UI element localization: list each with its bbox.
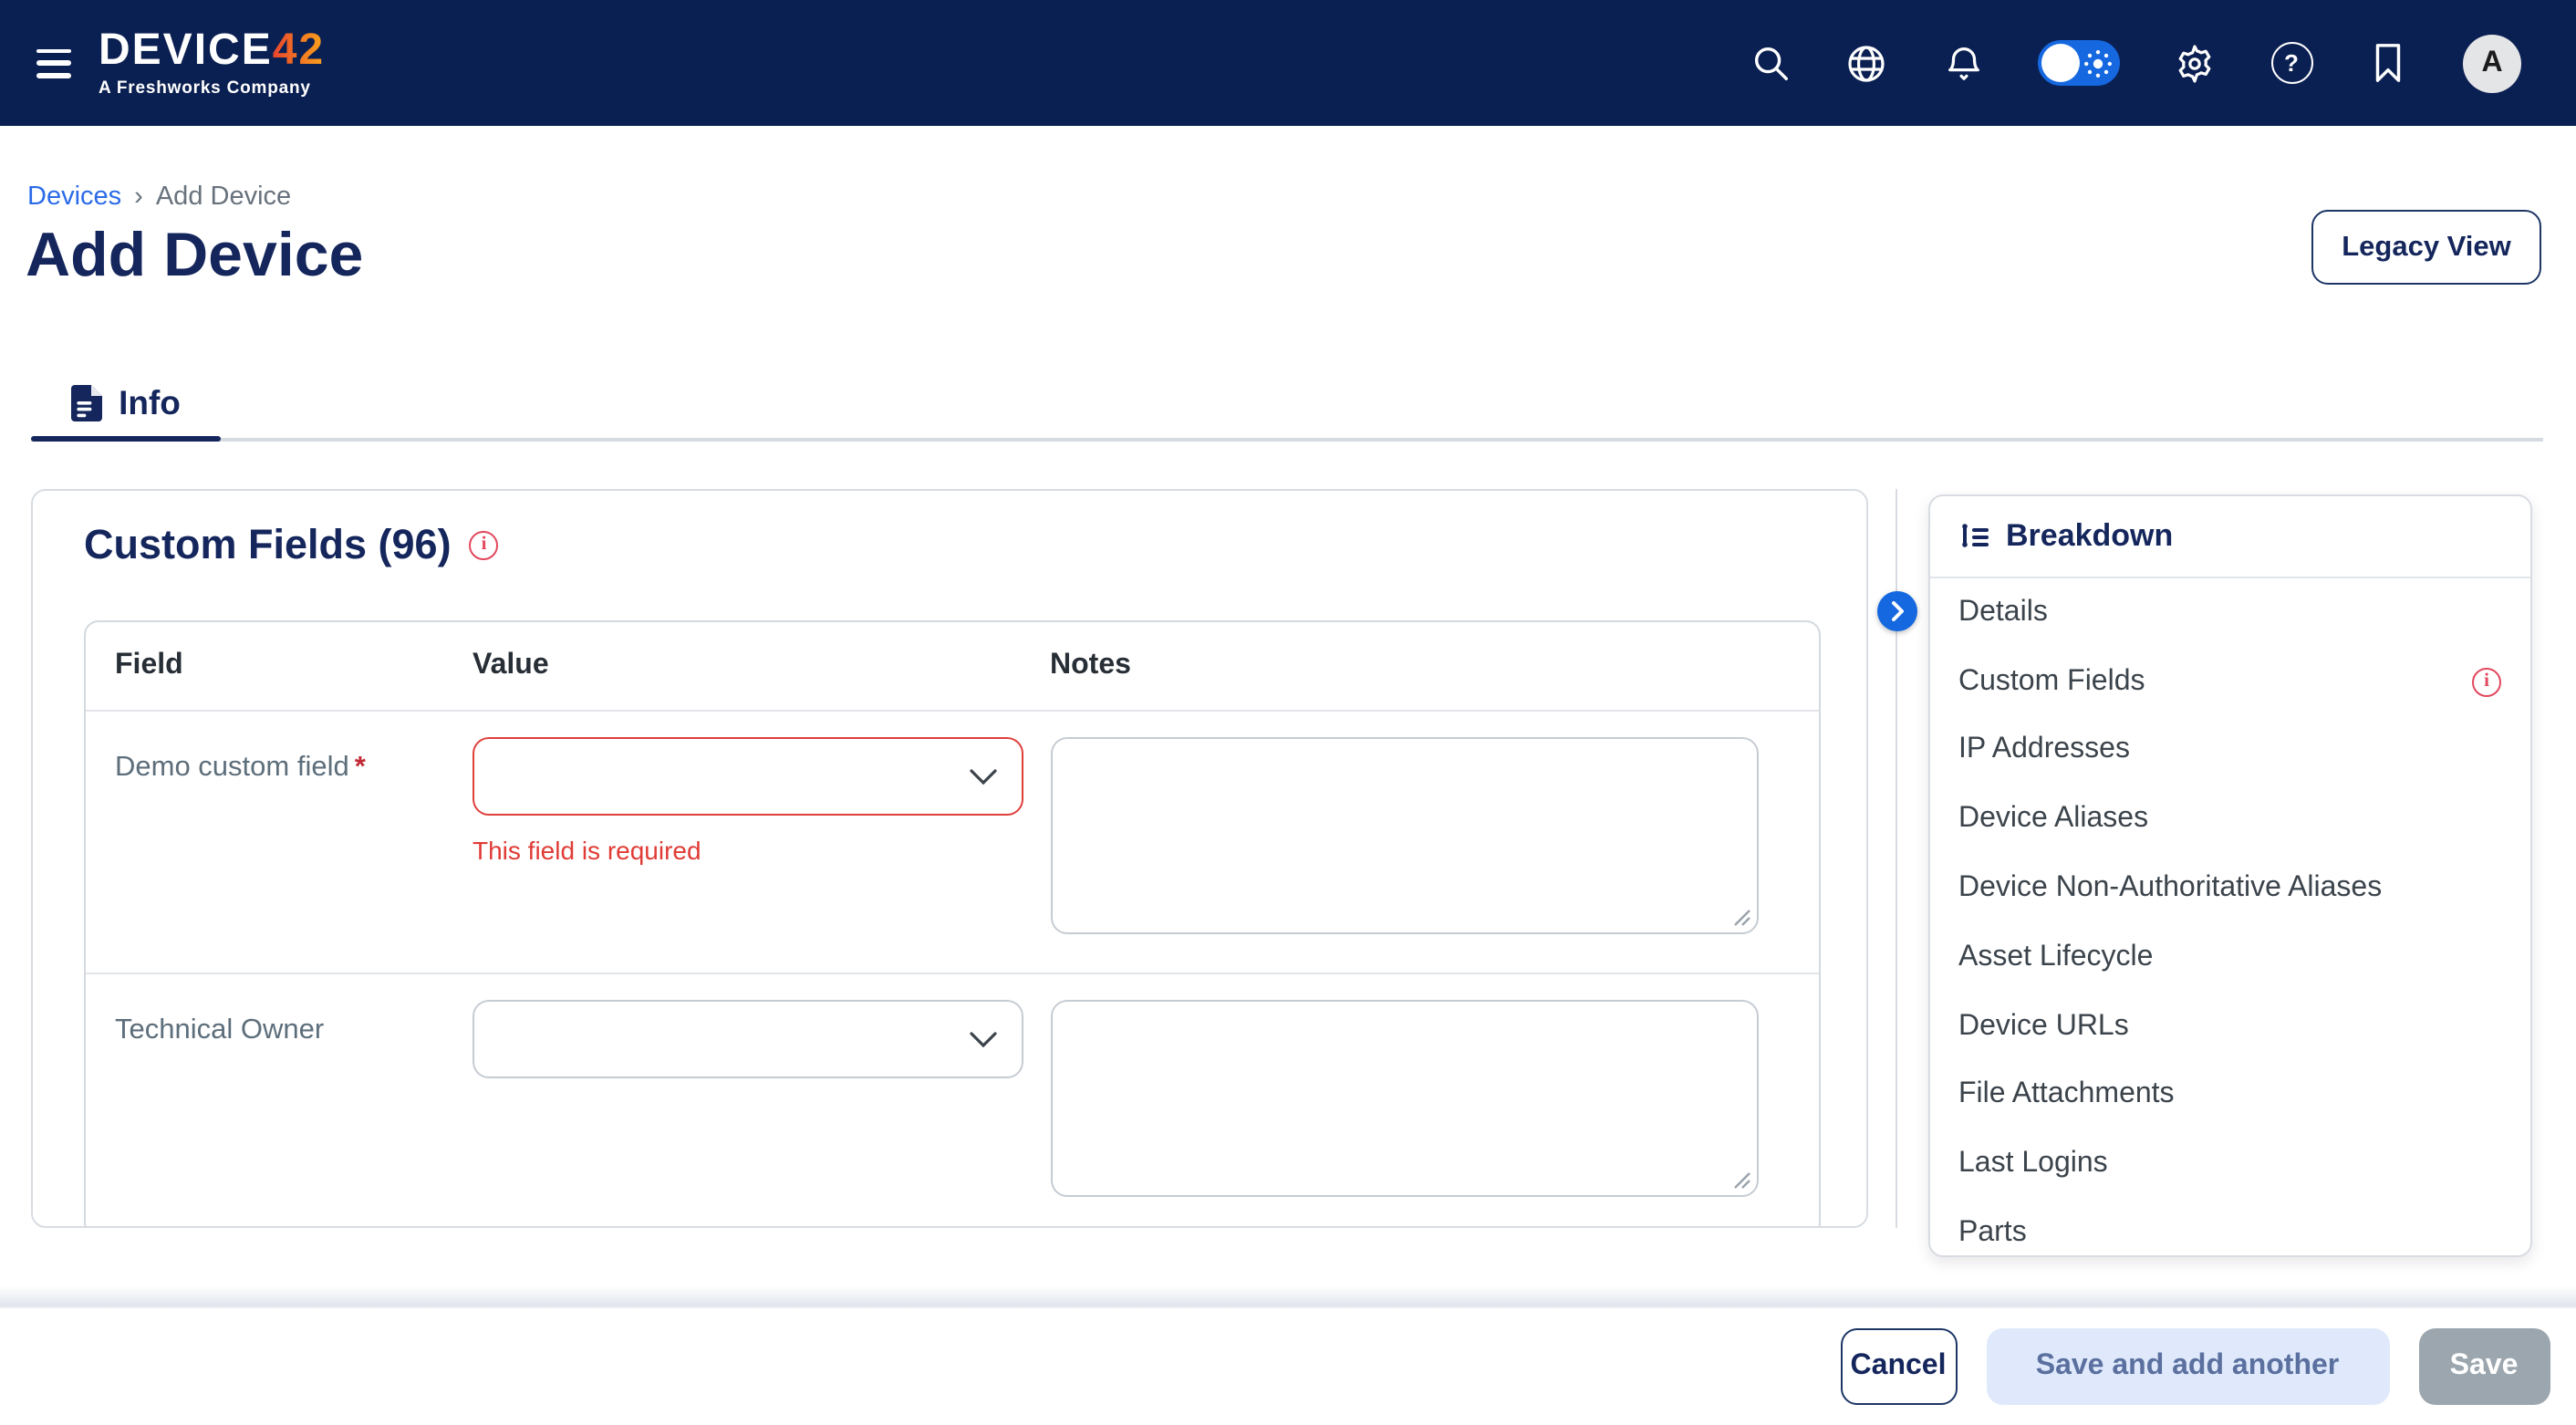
sun-icon bbox=[2083, 48, 2113, 78]
table-row: Demo custom field* This field is require… bbox=[86, 710, 1818, 973]
value-select-technical-owner[interactable] bbox=[473, 1000, 1023, 1078]
globe-icon[interactable] bbox=[1844, 41, 1888, 85]
toggle-knob bbox=[2041, 44, 2080, 82]
breakdown-panel: Breakdown Details Custom Fields i IP Add… bbox=[1927, 494, 2532, 1257]
custom-fields-section: Custom Fields (96) i Field Value Notes D… bbox=[30, 488, 1868, 1227]
breakdown-item-last-logins[interactable]: Last Logins bbox=[1929, 1130, 2530, 1200]
custom-fields-heading: Custom Fields (96) bbox=[84, 521, 452, 568]
tab-info-label: Info bbox=[119, 383, 181, 423]
table-header-row: Field Value Notes bbox=[86, 622, 1818, 710]
breakdown-item-device-aliases[interactable]: Device Aliases bbox=[1929, 785, 2530, 855]
breadcrumb: Devices › Add Device bbox=[27, 182, 291, 212]
brand-accent-text: 42 bbox=[273, 26, 325, 75]
active-tab-indicator bbox=[31, 435, 221, 442]
field-label: Technical Owner bbox=[115, 1000, 473, 1206]
page-title: Add Device bbox=[26, 221, 363, 292]
breakdown-item-device-non-authoritative-aliases[interactable]: Device Non-Authoritative Aliases bbox=[1929, 854, 2530, 923]
hamburger-menu-icon[interactable] bbox=[36, 48, 71, 78]
top-navbar: DEVICE42 A Freshworks Company ? bbox=[0, 0, 2576, 126]
document-icon bbox=[71, 385, 102, 421]
legacy-view-button[interactable]: Legacy View bbox=[2311, 210, 2541, 285]
device42-logo[interactable]: DEVICE42 A Freshworks Company bbox=[99, 29, 325, 98]
collapse-sidebar-button[interactable] bbox=[1877, 591, 1917, 631]
bookmark-icon[interactable] bbox=[2366, 41, 2410, 85]
custom-fields-error-icon: i bbox=[2472, 667, 2501, 696]
chevron-right-icon bbox=[1888, 600, 1906, 622]
breakdown-item-details[interactable]: Details bbox=[1929, 578, 2530, 648]
help-icon[interactable]: ? bbox=[2270, 41, 2313, 85]
cancel-button[interactable]: Cancel bbox=[1840, 1328, 1957, 1405]
breakdown-item-custom-fields[interactable]: Custom Fields i bbox=[1929, 648, 2530, 717]
footer-shadow bbox=[0, 1286, 2576, 1306]
breakdown-header: Breakdown bbox=[1929, 496, 2530, 578]
required-asterisk: * bbox=[355, 752, 366, 783]
breakdown-item-ip-addresses[interactable]: IP Addresses bbox=[1929, 716, 2530, 785]
value-select-demo-custom-field[interactable] bbox=[473, 737, 1023, 816]
field-label: Demo custom field* bbox=[115, 737, 473, 943]
custom-fields-table: Field Value Notes Demo custom field* Thi… bbox=[84, 620, 1820, 1227]
breadcrumb-devices-link[interactable]: Devices bbox=[27, 182, 121, 212]
save-button[interactable]: Save bbox=[2418, 1328, 2550, 1405]
breadcrumb-current: Add Device bbox=[156, 182, 291, 212]
section-error-info-icon[interactable]: i bbox=[470, 530, 499, 559]
theme-toggle[interactable] bbox=[2038, 40, 2120, 86]
tree-list-icon bbox=[1958, 521, 1989, 552]
bell-icon[interactable] bbox=[1941, 41, 1985, 85]
breakdown-item-file-attachments[interactable]: File Attachments bbox=[1929, 1061, 2530, 1130]
tabs-baseline bbox=[31, 438, 2543, 441]
breakdown-title: Breakdown bbox=[2006, 518, 2173, 555]
column-header-value: Value bbox=[473, 650, 1050, 682]
breakdown-item-parts[interactable]: Parts bbox=[1929, 1199, 2530, 1257]
table-row: Technical Owner bbox=[86, 973, 1818, 1227]
search-icon[interactable] bbox=[1748, 41, 1792, 85]
chevron-down-icon bbox=[968, 768, 997, 785]
brand-tagline: A Freshworks Company bbox=[99, 80, 325, 98]
chevron-down-icon bbox=[968, 1031, 997, 1047]
breakdown-item-asset-lifecycle[interactable]: Asset Lifecycle bbox=[1929, 923, 2530, 993]
gear-icon[interactable] bbox=[2173, 41, 2217, 85]
field-error-message: This field is required bbox=[473, 836, 1050, 865]
user-avatar[interactable]: A bbox=[2463, 34, 2521, 92]
tab-info[interactable]: Info bbox=[31, 365, 221, 442]
column-header-field: Field bbox=[115, 650, 473, 682]
navbar-actions: ? A bbox=[1748, 34, 2521, 92]
breadcrumb-separator: › bbox=[134, 182, 143, 212]
save-and-add-another-button[interactable]: Save and add another bbox=[1986, 1328, 2389, 1405]
brand-text: DEVICE bbox=[99, 26, 273, 75]
breakdown-list: Details Custom Fields i IP Addresses Dev… bbox=[1929, 578, 2530, 1257]
notes-textarea-technical-owner[interactable] bbox=[1052, 1002, 1756, 1195]
column-header-notes: Notes bbox=[1050, 650, 1789, 682]
add-device-page: DEVICE42 A Freshworks Company ? bbox=[0, 0, 2576, 1425]
breakdown-item-device-urls[interactable]: Device URLs bbox=[1929, 993, 2530, 1062]
notes-textarea-demo-custom-field[interactable] bbox=[1052, 739, 1756, 932]
footer-action-bar: Cancel Save and add another Save bbox=[0, 1306, 2576, 1425]
